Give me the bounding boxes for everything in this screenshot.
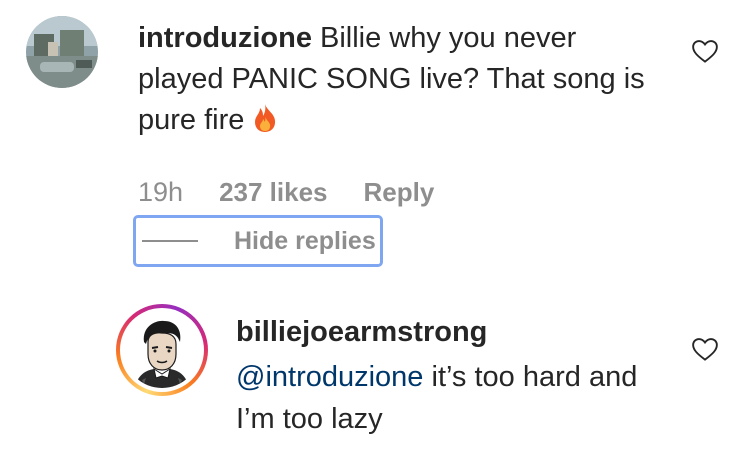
like-comment-heart-icon[interactable]	[690, 36, 720, 66]
comment-meta: 19h 237 likes Reply	[138, 174, 434, 210]
hide-replies-label: Hide replies	[234, 226, 376, 255]
divider-line	[142, 240, 198, 242]
reply-username[interactable]: billiejoearmstrong	[236, 316, 487, 349]
commenter-avatar[interactable]	[26, 16, 98, 88]
comment-username[interactable]: introduzione	[138, 22, 312, 54]
fire-emoji-icon	[252, 103, 278, 145]
comment-time[interactable]: 19h	[138, 177, 183, 208]
comment-body: introduzione Billie why you never played …	[138, 18, 658, 145]
hide-replies-button[interactable]: Hide replies	[133, 215, 383, 267]
comment-likes[interactable]: 237 likes	[219, 177, 327, 208]
reply-body: @introduzione it’s too hard and I’m too …	[236, 356, 656, 440]
reply-mention-link[interactable]: @introduzione	[236, 361, 423, 393]
like-reply-heart-icon[interactable]	[690, 334, 720, 364]
replier-avatar[interactable]	[124, 312, 200, 388]
reply-button[interactable]: Reply	[364, 177, 435, 208]
